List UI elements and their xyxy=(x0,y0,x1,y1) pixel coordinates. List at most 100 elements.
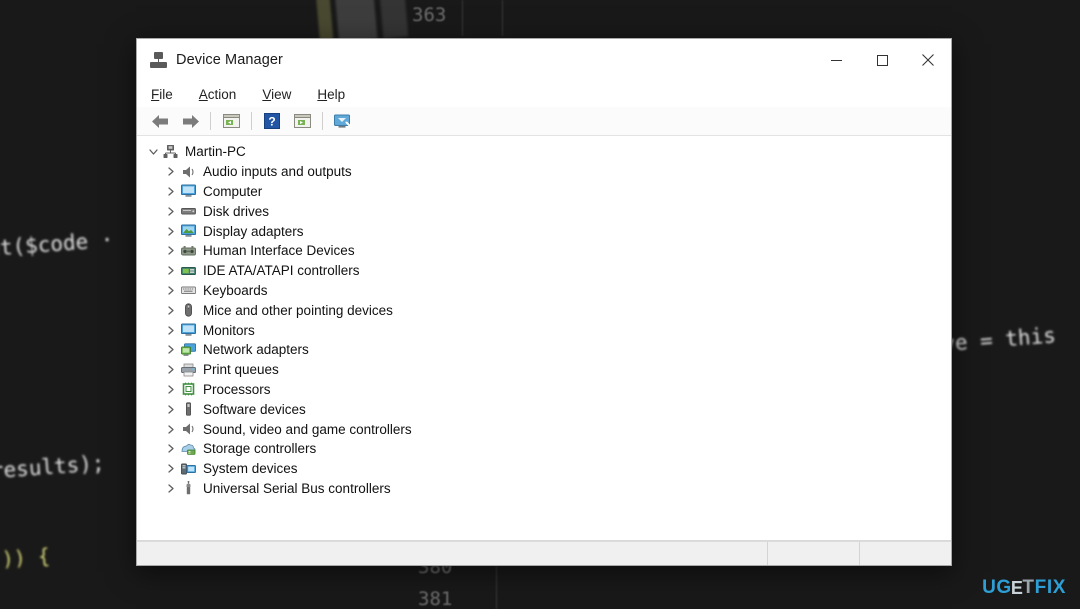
status-pane-2 xyxy=(859,542,951,565)
chevron-right-icon[interactable] xyxy=(163,282,179,298)
chevron-right-icon[interactable] xyxy=(163,302,179,318)
tree-root-label: Martin-PC xyxy=(185,144,246,160)
tree-item[interactable]: Audio inputs and outputs xyxy=(137,162,951,182)
back-button[interactable] xyxy=(145,109,175,134)
tree-item-label: Computer xyxy=(203,183,263,199)
tree-item[interactable]: Sound, video and game controllers xyxy=(137,419,951,439)
forward-button[interactable] xyxy=(175,109,205,134)
tree-item-label: System devices xyxy=(203,461,298,477)
watermark-part-4: FIX xyxy=(1034,577,1066,598)
tree-item[interactable]: Network adapters xyxy=(137,340,951,360)
mouse-icon xyxy=(180,302,197,318)
code-snippet: get($code · xyxy=(0,227,115,262)
tree-root-martin-pc[interactable]: Martin-PC xyxy=(137,142,951,162)
chevron-right-icon[interactable] xyxy=(163,381,179,397)
device-manager-window: Device Manager File Action View Help ? M… xyxy=(136,38,952,566)
status-pane-1 xyxy=(767,542,859,565)
chevron-right-icon[interactable] xyxy=(163,421,179,437)
update-driver-button[interactable] xyxy=(287,109,317,134)
disk-drive-icon xyxy=(180,203,197,219)
chevron-right-icon[interactable] xyxy=(163,203,179,219)
tree-item[interactable]: Mice and other pointing devices xyxy=(137,300,951,320)
tree-item[interactable]: Print queues xyxy=(137,360,951,380)
tree-item[interactable]: Universal Serial Bus controllers xyxy=(137,479,951,499)
tree-item-label: Network adapters xyxy=(203,342,309,358)
chevron-down-icon[interactable] xyxy=(145,144,161,160)
menu-bar: File Action View Help xyxy=(137,81,951,107)
tree-item-label: Universal Serial Bus controllers xyxy=(203,480,391,496)
editor-indent-guide xyxy=(462,0,463,36)
properties-icon xyxy=(222,114,240,128)
processor-icon xyxy=(180,381,197,397)
monitor-icon xyxy=(180,322,197,338)
computer-node-icon xyxy=(162,144,179,160)
menu-action[interactable]: Action xyxy=(197,85,239,104)
maximize-button[interactable] xyxy=(859,39,905,81)
menu-action-rest: ction xyxy=(207,86,237,102)
chevron-right-icon[interactable] xyxy=(163,401,179,417)
tree-children: Audio inputs and outputs Computer Disk dri… xyxy=(137,162,951,499)
toolbar: ? xyxy=(137,107,951,136)
editor-line-number: 381 xyxy=(418,588,453,609)
software-device-icon xyxy=(180,401,197,417)
toolbar-separator-3 xyxy=(322,112,323,130)
chevron-right-icon[interactable] xyxy=(163,322,179,338)
editor-line-number: 363 xyxy=(412,4,447,26)
tree-item-label: Keyboards xyxy=(203,282,268,298)
hid-icon xyxy=(180,243,197,259)
close-button[interactable] xyxy=(905,39,951,81)
menu-file[interactable]: File xyxy=(149,85,175,104)
tree-item-label: Mice and other pointing devices xyxy=(203,302,393,318)
watermark-part-1: UG xyxy=(982,577,1012,598)
keyboard-icon xyxy=(180,282,197,298)
chevron-right-icon[interactable] xyxy=(163,263,179,279)
chevron-right-icon[interactable] xyxy=(163,342,179,358)
question-mark-icon: ? xyxy=(264,113,280,129)
tree-item[interactable]: Computer xyxy=(137,182,951,202)
tree-item[interactable]: Keyboards xyxy=(137,281,951,301)
tree-item[interactable]: Software devices xyxy=(137,399,951,419)
chevron-right-icon[interactable] xyxy=(163,362,179,378)
status-bar xyxy=(137,541,951,565)
tree-item-label: Storage controllers xyxy=(203,441,317,457)
device-tree[interactable]: Martin-PC Audio inputs and outputs Comput… xyxy=(137,136,951,541)
tree-item-label: Audio inputs and outputs xyxy=(203,164,352,180)
chevron-right-icon[interactable] xyxy=(163,480,179,496)
menu-view-rest: iew xyxy=(271,86,292,102)
scan-hardware-changes-button[interactable] xyxy=(328,109,358,134)
tree-item[interactable]: Display adapters xyxy=(137,221,951,241)
status-message xyxy=(137,542,767,565)
chevron-right-icon[interactable] xyxy=(163,441,179,457)
update-driver-icon xyxy=(293,114,311,128)
chevron-right-icon[interactable] xyxy=(163,461,179,477)
window-controls xyxy=(813,39,951,81)
chevron-right-icon[interactable] xyxy=(163,223,179,239)
watermark-ugetfix: UG E T FIX xyxy=(982,577,1066,599)
chevron-right-icon[interactable] xyxy=(163,183,179,199)
tree-item-label: Display adapters xyxy=(203,223,304,239)
minimize-button[interactable] xyxy=(813,39,859,81)
tree-item[interactable]: Disk drives xyxy=(137,201,951,221)
display-adapter-icon xyxy=(180,223,197,239)
chevron-right-icon[interactable] xyxy=(163,164,179,180)
system-device-icon xyxy=(180,461,197,477)
menu-view[interactable]: View xyxy=(260,85,293,104)
menu-help[interactable]: Help xyxy=(315,85,347,104)
window-title: Device Manager xyxy=(176,52,283,68)
ide-controller-icon xyxy=(180,263,197,279)
chevron-right-icon[interactable] xyxy=(163,243,179,259)
properties-button[interactable] xyxy=(216,109,246,134)
tree-item[interactable]: Storage controllers xyxy=(137,439,951,459)
tree-item[interactable]: System devices xyxy=(137,459,951,479)
tree-item-label: Sound, video and game controllers xyxy=(203,421,412,437)
tree-item[interactable]: Human Interface Devices xyxy=(137,241,951,261)
tree-item[interactable]: IDE ATA/ATAPI controllers xyxy=(137,261,951,281)
tree-item[interactable]: Monitors xyxy=(137,320,951,340)
speaker-icon xyxy=(180,164,197,180)
tree-item-label: Processors xyxy=(203,381,271,397)
printer-icon xyxy=(180,362,197,378)
tree-item[interactable]: Processors xyxy=(137,380,951,400)
title-bar[interactable]: Device Manager xyxy=(137,39,951,81)
help-button[interactable]: ? xyxy=(257,109,287,134)
tree-item-label: Disk drives xyxy=(203,203,270,219)
